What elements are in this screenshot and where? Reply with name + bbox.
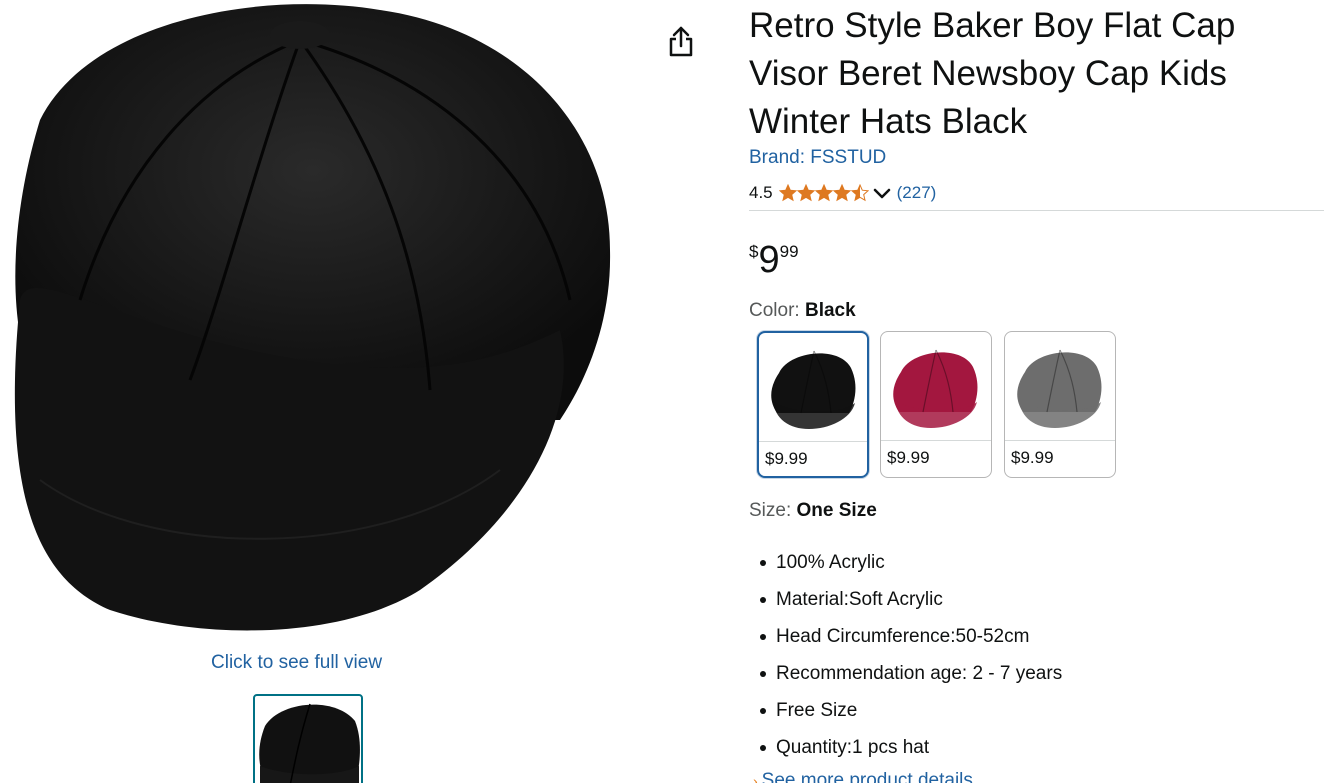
swatch-hat-image	[881, 332, 991, 440]
bullet-item: 100% Acrylic	[760, 544, 1062, 581]
swatch-hat-image	[759, 333, 867, 441]
bullet-item: Material:Soft Acrylic	[760, 581, 1062, 618]
star-icon	[814, 184, 833, 202]
swatch-price: $9.99	[1011, 448, 1054, 467]
hat-thumbnail	[771, 350, 856, 429]
thumbnail-hat-image	[259, 703, 360, 783]
bullet-item: Free Size	[760, 692, 1062, 729]
star-icon	[778, 184, 797, 202]
bullet-item: Head Circumference:50-52cm	[760, 618, 1062, 655]
color-swatch-gray[interactable]: $9.99	[1004, 331, 1116, 478]
color-label-text: Color:	[749, 300, 805, 321]
divider	[749, 210, 1324, 211]
swatch-price: $9.99	[887, 448, 930, 467]
hat-image	[14, 4, 611, 631]
caret-right-icon: ›	[753, 773, 758, 783]
color-value: Black	[804, 300, 856, 321]
price-symbol: $	[749, 242, 759, 261]
see-more-label: See more product details	[761, 770, 973, 783]
rating-row: 4.5 (227)	[749, 181, 936, 205]
bullet-item: Recommendation age: 2 - 7 years	[760, 655, 1062, 692]
swatch-divider	[881, 440, 991, 441]
thumbnail-image[interactable]	[253, 694, 363, 783]
swatch-price: $9.99	[765, 449, 808, 468]
color-swatch-wine-red[interactable]: $9.99	[880, 331, 992, 478]
star-icon	[796, 184, 815, 202]
star-rating[interactable]	[778, 184, 869, 202]
share-icon[interactable]	[665, 24, 697, 60]
main-product-image[interactable]	[0, 0, 620, 640]
rating-value: 4.5	[749, 183, 773, 202]
feature-bullets: 100% Acrylic Material:Soft Acrylic Head …	[760, 544, 1062, 766]
size-label-text: Size:	[749, 500, 797, 521]
brand-link[interactable]: Brand: FSSTUD	[749, 147, 886, 169]
chevron-down-icon[interactable]	[873, 187, 891, 199]
star-icon	[832, 184, 851, 202]
see-more-details-link[interactable]: › See more product details	[753, 770, 973, 783]
bullet-item: Quantity:1 pcs hat	[760, 729, 1062, 766]
size-label: Size: One Size	[749, 500, 877, 522]
swatch-divider	[759, 441, 867, 442]
hat-thumbnail	[1017, 349, 1102, 428]
price-fraction: 99	[779, 242, 799, 261]
swatch-hat-image	[1005, 332, 1115, 440]
hat-thumbnail	[893, 349, 978, 428]
price-whole: 9	[758, 239, 780, 281]
full-view-link[interactable]: Click to see full view	[211, 652, 382, 674]
product-title: Retro Style Baker Boy Flat Cap Visor Ber…	[749, 6, 1236, 141]
color-label: Color: Black	[749, 300, 856, 322]
swatch-divider	[1005, 440, 1115, 441]
size-value: One Size	[796, 500, 877, 521]
star-icon	[850, 184, 869, 202]
price: $ 9 99	[749, 238, 799, 282]
rating-count-link[interactable]: (227)	[897, 183, 937, 203]
color-swatch-black[interactable]: $9.99	[757, 331, 869, 478]
